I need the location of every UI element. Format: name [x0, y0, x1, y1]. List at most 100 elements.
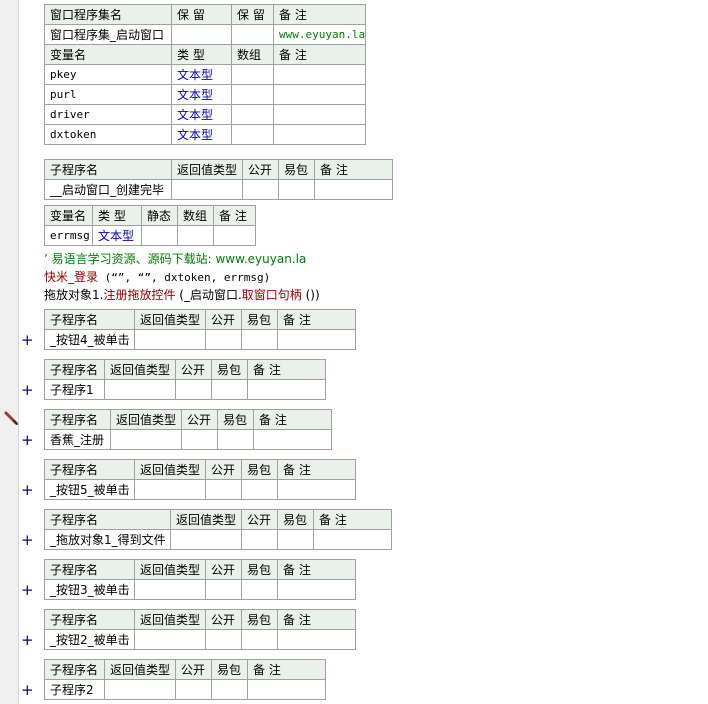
sub-block: 子程序名 返回值类型 公开 易包备 注 _按钮4_被单击 — [44, 309, 356, 350]
main-sub-table: 子程序名 返回值类型 公开 易包 备 注 __启动窗口_创建完毕 — [44, 159, 393, 200]
header-local-array: 数组 — [177, 205, 214, 226]
code-comment[interactable]: ’ 易语言学习资源、源码下载站: www.eyuyan.la — [44, 250, 306, 268]
assembly-name[interactable]: 窗口程序集_启动窗口 — [44, 24, 172, 45]
header-sub-note: 备 注 — [313, 509, 392, 530]
header-public: 公开 — [175, 659, 212, 680]
header-return-type: 返回值类型 — [134, 459, 206, 480]
header-sub-note: 备 注 — [247, 659, 326, 680]
header-public: 公开 — [175, 359, 212, 380]
expand-icon[interactable]: + — [21, 383, 34, 398]
pencil-icon — [4, 411, 18, 425]
var-type[interactable]: 文本型 — [171, 84, 232, 105]
header-sub-note: 备 注 — [277, 309, 356, 330]
sub-name[interactable]: 子程序1 — [44, 379, 105, 400]
sub-block: 子程序名 返回值类型 公开 易包备 注 _按钮5_被单击 — [44, 459, 356, 500]
header-sub-note: 备 注 — [314, 159, 393, 180]
local-var-type[interactable]: 文本型 — [92, 225, 142, 246]
header-sub-name: 子程序名 — [44, 659, 105, 680]
header-return-type: 返回值类型 — [134, 309, 206, 330]
header-easy-pack: 易包 — [211, 359, 248, 380]
sub-block: 子程序名 返回值类型 公开 易包备 注 _拖放对象1_得到文件 — [44, 509, 392, 550]
header-var-type: 类 型 — [171, 44, 232, 65]
header-easy-pack: 易包 — [211, 659, 248, 680]
sub-name[interactable]: _按钮5_被单击 — [44, 479, 135, 500]
header-note: 备 注 — [272, 4, 367, 25]
header-sub-note: 备 注 — [277, 559, 356, 580]
header-sub-name: 子程序名 — [44, 459, 135, 480]
call-close: ()) — [301, 288, 320, 302]
header-public: 公开 — [242, 159, 279, 180]
header-public: 公开 — [181, 409, 218, 430]
header-assembly-name: 窗口程序集名 — [44, 4, 172, 25]
header-sub-name: 子程序名 — [44, 509, 171, 530]
sub-name[interactable]: __启动窗口_创建完毕 — [44, 179, 172, 200]
header-easy-pack: 易包 — [241, 609, 278, 630]
header-return-type: 返回值类型 — [134, 609, 206, 630]
header-local-static: 静态 — [141, 205, 178, 226]
sub-block: 子程序名 返回值类型 公开 易包备 注 _按钮3_被单击 — [44, 559, 356, 600]
method-name: 注册拖放控件 — [103, 288, 176, 302]
var-name[interactable]: dxtoken — [44, 124, 172, 145]
header-sub-name: 子程序名 — [44, 409, 111, 430]
var-name[interactable]: purl — [44, 84, 172, 105]
local-var-name[interactable]: errmsg — [44, 225, 93, 246]
header-public: 公开 — [205, 309, 242, 330]
header-local-note: 备 注 — [213, 205, 256, 226]
sub-name[interactable]: _按钮3_被单击 — [44, 579, 135, 600]
header-sub-name: 子程序名 — [44, 309, 135, 330]
header-public: 公开 — [205, 559, 242, 580]
header-return-type: 返回值类型 — [110, 409, 182, 430]
sub-block: 子程序名 返回值类型 公开 易包备 注 _按钮2_被单击 — [44, 609, 356, 650]
header-public: 公开 — [205, 459, 242, 480]
header-easy-pack: 易包 — [241, 309, 278, 330]
expand-icon[interactable]: + — [21, 633, 34, 648]
header-sub-note: 备 注 — [253, 409, 332, 430]
header-var-name: 变量名 — [44, 44, 172, 65]
sub-name[interactable]: 香蕉_注册 — [44, 429, 111, 450]
expand-icon[interactable]: + — [21, 333, 34, 348]
function-name: 快米_登录 — [44, 270, 99, 284]
sub-name[interactable]: 子程序2 — [44, 679, 105, 700]
header-return-type: 返回值类型 — [134, 559, 206, 580]
var-name[interactable]: driver — [44, 104, 172, 125]
var-type[interactable]: 文本型 — [171, 64, 232, 85]
header-easy-pack: 易包 — [278, 159, 315, 180]
header-reserved-1: 保 留 — [171, 4, 232, 25]
code-login-call[interactable]: 快米_登录 (“”, “”, dxtoken, errmsg) — [44, 268, 270, 286]
sub-name[interactable]: _按钮2_被单击 — [44, 629, 135, 650]
assembly-note[interactable]: www.eyuyan.la — [272, 24, 367, 45]
header-easy-pack: 易包 — [277, 509, 314, 530]
header-local-type: 类 型 — [92, 205, 142, 226]
header-var-note: 备 注 — [272, 44, 367, 65]
var-name[interactable]: pkey — [44, 64, 172, 85]
header-sub-name: 子程序名 — [44, 359, 105, 380]
expand-icon[interactable]: + — [21, 583, 34, 598]
header-public: 公开 — [205, 609, 242, 630]
header-sub-name: 子程序名 — [44, 559, 135, 580]
editor-gutter — [0, 0, 19, 704]
header-sub-note: 备 注 — [247, 359, 326, 380]
inner-method-name: 取窗口句柄 — [241, 288, 302, 302]
var-type[interactable]: 文本型 — [171, 124, 232, 145]
header-return-type: 返回值类型 — [171, 159, 243, 180]
expand-icon[interactable]: + — [21, 683, 34, 698]
sub-name[interactable]: _按钮4_被单击 — [44, 329, 135, 350]
header-return-type: 返回值类型 — [104, 659, 176, 680]
code-register-call[interactable]: 拖放对象1.注册拖放控件 (_启动窗口.取窗口句柄 ()) — [44, 286, 320, 304]
header-sub-note: 备 注 — [277, 459, 356, 480]
header-return-type: 返回值类型 — [170, 509, 242, 530]
header-sub-name: 子程序名 — [44, 609, 135, 630]
function-args: (“”, “”, dxtoken, errmsg) — [98, 271, 271, 284]
expand-icon[interactable]: + — [21, 483, 34, 498]
window-assembly-table: 窗口程序集名 保 留 保 留 备 注 窗口程序集_启动窗口 www.eyuyan… — [44, 4, 367, 145]
var-type[interactable]: 文本型 — [171, 104, 232, 125]
sub-block: 子程序名 返回值类型 公开 易包备 注香蕉_注册 — [44, 409, 332, 450]
expand-icon[interactable]: + — [21, 533, 34, 548]
sub-name[interactable]: _拖放对象1_得到文件 — [44, 529, 171, 550]
header-local-name: 变量名 — [44, 205, 93, 226]
header-return-type: 返回值类型 — [104, 359, 176, 380]
sub-block: 子程序名 返回值类型 公开 易包备 注子程序1 — [44, 359, 326, 400]
header-easy-pack: 易包 — [217, 409, 254, 430]
expand-icon[interactable]: + — [21, 433, 34, 448]
header-reserved-2: 保 留 — [231, 4, 274, 25]
